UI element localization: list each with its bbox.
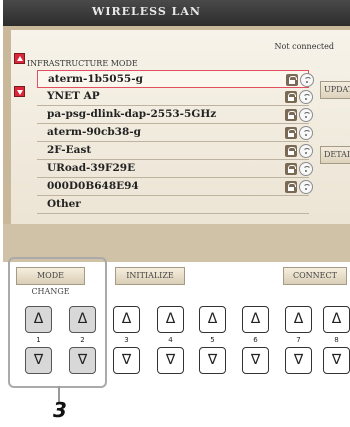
- network-row[interactable]: 2F-East: [37, 142, 313, 160]
- up-button-6[interactable]: Δ: [242, 306, 269, 333]
- initialize-button[interactable]: INITIALIZE: [115, 267, 185, 285]
- connection-status: Not connected: [274, 42, 334, 51]
- network-row[interactable]: aterm-90cb38-g: [37, 124, 313, 142]
- wifi-icon: [299, 144, 313, 158]
- title-bar: WIRELESS LAN: [3, 0, 350, 26]
- lock-icon: [285, 181, 297, 193]
- network-name: URoad-39F29E: [47, 162, 136, 174]
- up-button-7[interactable]: Δ: [285, 306, 312, 333]
- down-button-5[interactable]: ∇: [199, 347, 226, 374]
- down-button-4[interactable]: ∇: [157, 347, 184, 374]
- wireless-lan-screen: WIRELESS LAN Not connected INFRASTRUCTUR…: [3, 0, 350, 262]
- detail-button[interactable]: DETAIL: [320, 146, 350, 164]
- screen-title: WIRELESS LAN: [92, 5, 201, 18]
- network-list: aterm-1b5055-g YNET AP pa-psg-dlink-dap-…: [37, 70, 314, 214]
- update-button[interactable]: UPDATE: [320, 81, 350, 99]
- network-row[interactable]: aterm-1b5055-g: [37, 70, 314, 88]
- down-button-8[interactable]: ∇: [323, 347, 350, 374]
- lock-icon: [285, 163, 297, 175]
- scroll-up-icon[interactable]: [14, 53, 25, 64]
- network-row[interactable]: pa-psg-dlink-dap-2553-5GHz: [37, 106, 313, 124]
- up-button-5[interactable]: Δ: [199, 306, 226, 333]
- wifi-icon: [299, 108, 313, 122]
- lock-icon: [285, 91, 297, 103]
- network-row[interactable]: Other: [37, 196, 309, 214]
- wifi-icon: [299, 180, 313, 194]
- lock-icon: [286, 74, 298, 86]
- wifi-icon: [299, 90, 313, 104]
- network-row[interactable]: URoad-39F29E: [37, 160, 313, 178]
- mode-label: INFRASTRUCTURE MODE: [27, 59, 138, 68]
- scroll-down-icon[interactable]: [14, 86, 25, 97]
- wifi-icon: [299, 162, 313, 176]
- network-panel: Not connected INFRASTRUCTURE MODE aterm-…: [11, 30, 350, 224]
- button-number-7: 7: [296, 336, 301, 344]
- button-number-6: 6: [253, 336, 258, 344]
- network-name: pa-psg-dlink-dap-2553-5GHz: [47, 108, 217, 120]
- wifi-icon: [299, 126, 313, 140]
- button-number-8: 8: [334, 336, 339, 344]
- lock-icon: [285, 109, 297, 121]
- callout-number: 3: [53, 398, 67, 422]
- network-name: YNET AP: [47, 90, 100, 102]
- down-button-6[interactable]: ∇: [242, 347, 269, 374]
- network-name: 2F-East: [47, 144, 92, 156]
- up-button-3[interactable]: Δ: [113, 306, 140, 333]
- lock-icon: [285, 127, 297, 139]
- button-number-5: 5: [210, 336, 215, 344]
- up-button-4[interactable]: Δ: [157, 306, 184, 333]
- network-name: aterm-1b5055-g: [48, 73, 143, 85]
- button-number-3: 3: [124, 336, 129, 344]
- highlight-frame: [8, 257, 107, 388]
- network-name: 000D0B648E94: [47, 180, 139, 192]
- down-button-7[interactable]: ∇: [285, 347, 312, 374]
- up-button-8[interactable]: Δ: [323, 306, 350, 333]
- wifi-icon: [300, 73, 314, 87]
- button-number-4: 4: [168, 336, 173, 344]
- network-name: aterm-90cb38-g: [47, 126, 141, 138]
- connect-button[interactable]: CONNECT: [283, 267, 347, 285]
- network-name: Other: [47, 198, 81, 210]
- network-row[interactable]: YNET AP: [37, 88, 313, 106]
- down-button-3[interactable]: ∇: [113, 347, 140, 374]
- network-row[interactable]: 000D0B648E94: [37, 178, 313, 196]
- lock-icon: [285, 145, 297, 157]
